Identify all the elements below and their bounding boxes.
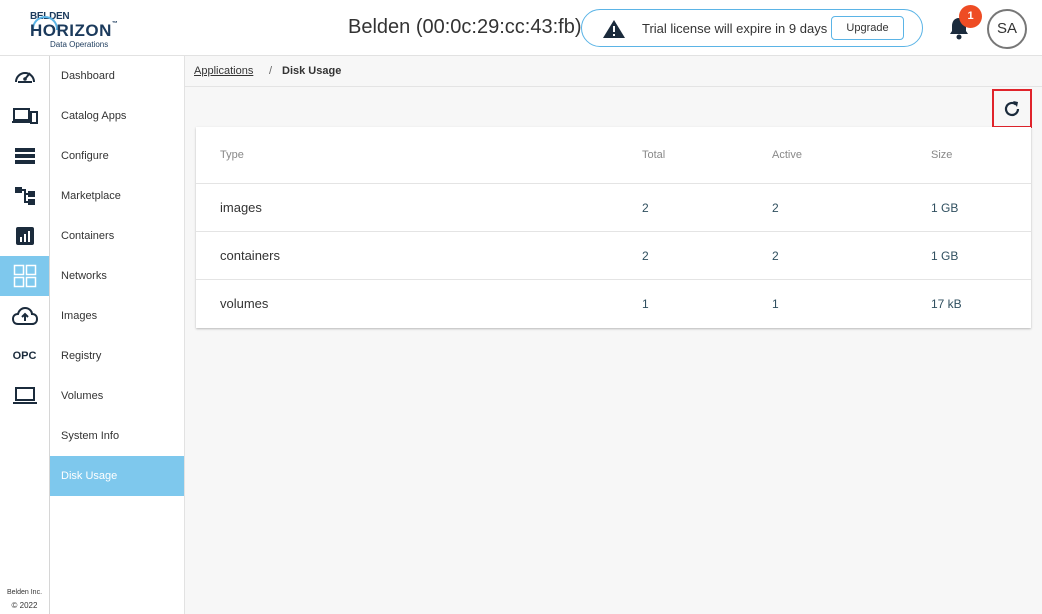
rail-containers[interactable] [0, 216, 49, 256]
sidebar-item-registry[interactable]: Registry [50, 336, 184, 376]
footer-company: Belden Inc. [6, 589, 43, 596]
icon-rail: OPC Belden Inc. © 2022 [0, 56, 50, 614]
cell-active: 1 [772, 297, 779, 311]
cell-size: 17 kB [931, 297, 962, 311]
cell-type: volumes [220, 296, 269, 311]
top-header: BELDEN HORIZON™ Data Operations Belden (… [0, 0, 1042, 56]
speedometer-icon [14, 72, 35, 83]
rail-marketplace[interactable] [0, 176, 49, 216]
sidebar-item-disk-usage[interactable]: Disk Usage [50, 456, 184, 496]
cell-type: images [220, 200, 262, 215]
hierarchy-icon [14, 187, 35, 205]
column-header-type[interactable]: Type [220, 149, 244, 161]
sidebar-item-system-info[interactable]: System Info [50, 416, 184, 456]
column-header-total[interactable]: Total [642, 149, 665, 161]
device-title: Belden (00:0c:29:cc:43:fb) [348, 16, 582, 38]
column-header-active[interactable]: Active [772, 149, 802, 161]
cell-total: 2 [642, 201, 649, 215]
cell-type: containers [220, 248, 280, 263]
warning-icon [603, 20, 625, 38]
refresh-icon [1004, 100, 1020, 116]
sidebar-item-dashboard[interactable]: Dashboard [50, 56, 184, 96]
disk-usage-table: Type Total Active Size images 2 2 1 GB c… [196, 127, 1031, 328]
breadcrumb-current: Disk Usage [282, 65, 342, 77]
logo-brand-main: HORIZON™ [30, 21, 119, 40]
footer-copyright: © 2022 [11, 601, 38, 610]
breadcrumb-applications-link[interactable]: Applications [194, 65, 253, 77]
sidebar-item-catalog-apps[interactable]: Catalog Apps [50, 96, 184, 136]
sidebar-item-marketplace[interactable]: Marketplace [50, 176, 184, 216]
rail-device[interactable] [0, 376, 49, 416]
breadcrumb-separator: / [269, 65, 273, 77]
column-header-size[interactable]: Size [931, 149, 952, 161]
table-row[interactable]: containers 2 2 1 GB [196, 231, 1031, 279]
devices-icon [11, 108, 38, 124]
rail-configure[interactable] [0, 136, 49, 176]
cell-size: 1 GB [931, 201, 959, 215]
chart-icon [15, 227, 34, 245]
table-row[interactable]: volumes 1 1 17 kB [196, 279, 1031, 327]
upgrade-button[interactable]: Upgrade [831, 16, 904, 40]
sidebar-item-containers[interactable]: Containers [50, 216, 184, 256]
belden-horizon-logo[interactable]: BELDEN HORIZON™ Data Operations [28, 9, 120, 49]
sidebar-item-configure[interactable]: Configure [50, 136, 184, 176]
sidebar-item-images[interactable]: Images [50, 296, 184, 336]
notification-badge[interactable]: 1 [959, 5, 982, 28]
sidebar-item-networks[interactable]: Networks [50, 256, 184, 296]
opc-icon: OPC [12, 350, 37, 362]
laptop-icon [12, 387, 37, 404]
cell-active: 2 [772, 201, 779, 215]
cloud-upload-icon [11, 306, 38, 325]
cell-total: 2 [642, 249, 649, 263]
rail-dashboard[interactable] [0, 56, 49, 96]
list-icon [14, 148, 35, 164]
apps-grid-icon [13, 264, 36, 288]
rail-applications[interactable] [0, 256, 49, 296]
table-row[interactable]: images 2 2 1 GB [196, 183, 1031, 231]
cell-total: 1 [642, 297, 649, 311]
refresh-button[interactable] [992, 89, 1032, 128]
breadcrumb: Applications / Disk Usage [185, 56, 1042, 87]
user-avatar[interactable]: SA [987, 9, 1027, 49]
cell-active: 2 [772, 249, 779, 263]
license-message: Trial license will expire in 9 days [642, 21, 828, 36]
logo-brand-sub: Data Operations [50, 40, 109, 49]
sidebar-menu: Dashboard Catalog Apps Configure Marketp… [50, 56, 185, 614]
cell-size: 1 GB [931, 249, 959, 263]
rail-opc[interactable]: OPC [0, 336, 49, 376]
sidebar-item-volumes[interactable]: Volumes [50, 376, 184, 416]
license-banner: Trial license will expire in 9 days Upgr… [581, 9, 923, 47]
rail-cloud[interactable] [0, 296, 49, 336]
rail-catalog-apps[interactable] [0, 96, 49, 136]
